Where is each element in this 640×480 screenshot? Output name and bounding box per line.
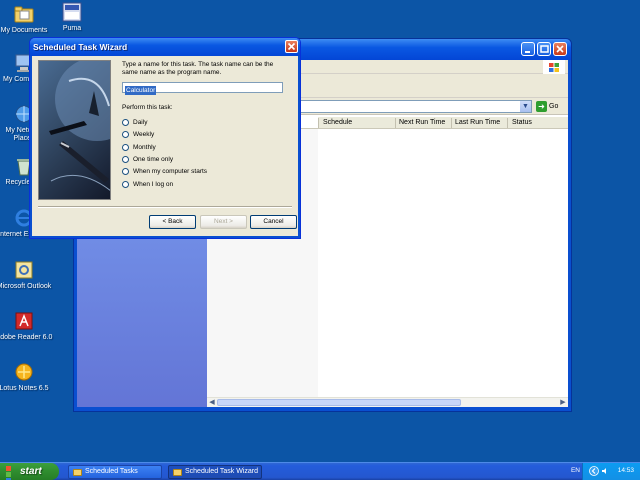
taskbar-item-scheduled-task-wizard[interactable]: Scheduled Task Wizard: [168, 465, 262, 479]
radio-weekly[interactable]: Weekly: [122, 129, 154, 139]
tray-chevron-icon[interactable]: [589, 466, 599, 478]
radio-when-i-log-on[interactable]: When I log on: [122, 179, 173, 189]
wizard-divider: [38, 206, 292, 208]
scrollbar-thumb[interactable]: [217, 399, 461, 406]
language-indicator[interactable]: EN: [571, 467, 580, 474]
column-next-run-time[interactable]: Next Run Time: [399, 119, 445, 126]
address-dropdown-button[interactable]: ▼: [520, 101, 531, 112]
windows-logo-icon: [6, 466, 17, 480]
column-schedule[interactable]: Schedule: [323, 119, 352, 126]
start-button[interactable]: start: [0, 463, 59, 480]
folder-icon: [173, 468, 182, 476]
radio-button-icon[interactable]: [122, 130, 129, 138]
radio-one-time-only[interactable]: One time only: [122, 154, 173, 164]
radio-label: When I log on: [133, 180, 174, 188]
cancel-button[interactable]: Cancel: [250, 215, 297, 229]
radio-button-icon[interactable]: [122, 143, 129, 151]
next-button[interactable]: Next >: [200, 215, 247, 229]
column-separator[interactable]: [318, 118, 319, 128]
close-icon: [287, 42, 296, 51]
wizard-close-button[interactable]: [285, 40, 298, 53]
radio-label: Weekly: [133, 130, 155, 138]
radio-label: Daily: [133, 118, 148, 126]
radio-button-icon[interactable]: [122, 118, 129, 126]
radio-label: Monthly: [133, 143, 156, 151]
minimize-button[interactable]: [521, 42, 535, 56]
maximize-button[interactable]: [537, 42, 551, 56]
go-label: Go: [549, 103, 559, 110]
taskbar: start Scheduled Tasks Scheduled Task Wiz…: [0, 462, 640, 480]
close-icon: [556, 45, 564, 53]
windows-flag-icon: [543, 60, 565, 74]
taskbar-item-label: Scheduled Tasks: [85, 468, 138, 475]
desktop-icon-puma[interactable]: Puma: [43, 1, 101, 33]
desktop-icon-microsoft-outlook[interactable]: Microsoft Outlook: [0, 259, 53, 291]
radio-label: One time only: [133, 155, 174, 163]
wizard-titlebar[interactable]: Scheduled Task Wizard: [30, 38, 300, 56]
column-separator[interactable]: [507, 118, 508, 128]
radio-when-computer-starts[interactable]: When my computer starts: [122, 166, 207, 176]
puma-program-icon: [61, 1, 83, 23]
scheduled-task-wizard-dialog[interactable]: Scheduled Task Wizard Type a name for th…: [29, 37, 301, 239]
scroll-right-icon[interactable]: ▶: [558, 398, 568, 407]
wizard-body: Type a name for this task. The task name…: [33, 56, 297, 235]
outlook-icon: [13, 259, 35, 281]
chevron-down-icon: ▼: [522, 103, 529, 110]
address-input[interactable]: ▼: [277, 100, 532, 113]
radio-button-icon[interactable]: [122, 167, 129, 175]
column-separator[interactable]: [451, 118, 452, 128]
clock[interactable]: 14:53: [618, 467, 634, 474]
desktop-icon-label: Lotus Notes 6.5: [0, 385, 49, 392]
column-separator[interactable]: [395, 118, 396, 128]
tray-speaker-icon[interactable]: [601, 467, 609, 477]
column-status[interactable]: Status: [512, 119, 532, 126]
go-arrow-icon: ➜: [536, 101, 547, 112]
taskbar-item-label: Scheduled Task Wizard: [185, 468, 259, 475]
system-tray: 14:53: [582, 463, 640, 480]
start-label: start: [20, 466, 42, 477]
task-name-input[interactable]: Calculator: [122, 82, 283, 95]
radio-button-icon[interactable]: [122, 155, 129, 163]
radio-label: When my computer starts: [133, 167, 208, 175]
radio-monthly[interactable]: Monthly: [122, 142, 156, 152]
go-button[interactable]: ➜ Go: [536, 100, 564, 113]
desktop-icon-adobe-reader[interactable]: Adobe Reader 6.0: [0, 310, 53, 342]
minimize-icon: [525, 51, 530, 53]
lotus-notes-icon: [13, 361, 35, 383]
folder-icon: [13, 3, 35, 25]
scroll-left-icon[interactable]: ◀: [207, 398, 217, 407]
back-button[interactable]: < Back: [149, 215, 196, 229]
desktop-icon-label: Puma: [62, 25, 82, 32]
desktop-icon-label: Adobe Reader 6.0: [0, 334, 53, 341]
folder-icon: [73, 468, 82, 476]
radio-daily[interactable]: Daily: [122, 117, 147, 127]
wizard-clock-pen-image: [38, 60, 111, 200]
taskbar-item-scheduled-tasks[interactable]: Scheduled Tasks: [68, 465, 162, 479]
desktop-icon-label: Microsoft Outlook: [0, 283, 52, 290]
wizard-title: Scheduled Task Wizard: [33, 42, 128, 52]
perform-task-label: Perform this task:: [122, 104, 173, 111]
radio-button-icon[interactable]: [122, 180, 129, 188]
column-last-run-time[interactable]: Last Run Time: [455, 119, 500, 126]
horizontal-scrollbar[interactable]: ◀ ▶: [207, 397, 568, 407]
close-button[interactable]: [553, 42, 567, 56]
desktop-icon-lotus-notes[interactable]: Lotus Notes 6.5: [0, 361, 53, 393]
adobe-reader-icon: [13, 310, 35, 332]
task-name-value: Calculator: [125, 86, 157, 95]
wizard-instructions: Type a name for this task. The task name…: [122, 61, 274, 76]
maximize-icon: [540, 45, 549, 53]
